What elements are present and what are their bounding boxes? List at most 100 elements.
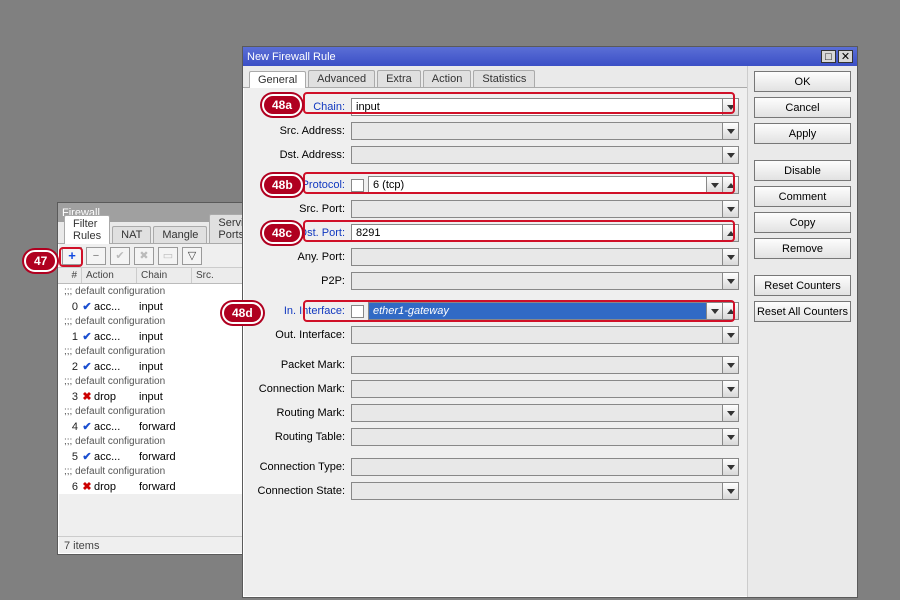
label-packet-mark: Packet Mark:: [251, 359, 351, 371]
col-action[interactable]: Action: [82, 268, 137, 283]
enable-button[interactable]: ✔: [110, 247, 130, 265]
reset-counters-button[interactable]: Reset Counters: [754, 275, 851, 296]
field-routing-mark: Routing Mark:: [251, 402, 739, 424]
tab-extra[interactable]: Extra: [377, 70, 421, 87]
tab-general[interactable]: General: [249, 71, 306, 88]
input-protocol[interactable]: 6 (tcp): [368, 176, 707, 194]
dropdown-chain[interactable]: [723, 98, 739, 116]
disable-button-right[interactable]: Disable: [754, 160, 851, 181]
table-row-comment[interactable]: ;;; default configuration: [58, 374, 254, 389]
input-any-port[interactable]: [351, 248, 723, 266]
callout-48a-label: 48a: [262, 94, 302, 116]
table-row[interactable]: 6✖dropforward: [58, 479, 254, 494]
remove-button-right[interactable]: Remove: [754, 238, 851, 259]
input-src-port[interactable]: [351, 200, 723, 218]
firewall-window: Firewall Filter Rules NAT Mangle Service…: [57, 202, 255, 555]
expand-packet-mark[interactable]: [723, 356, 739, 374]
col-num[interactable]: #: [58, 268, 82, 283]
callout-48d-label: 48d: [222, 302, 263, 324]
label-connection-mark: Connection Mark:: [251, 383, 351, 395]
input-src-address[interactable]: [351, 122, 723, 140]
input-chain[interactable]: input: [351, 98, 723, 116]
input-connection-mark[interactable]: [351, 380, 723, 398]
input-routing-mark[interactable]: [351, 404, 723, 422]
close-button[interactable]: ✕: [838, 50, 853, 63]
input-connection-type[interactable]: [351, 458, 723, 476]
field-routing-table: Routing Table:: [251, 426, 739, 448]
input-packet-mark[interactable]: [351, 356, 723, 374]
rule-tabstrip: General Advanced Extra Action Statistics: [243, 66, 747, 88]
copy-button[interactable]: Copy: [754, 212, 851, 233]
expand-routing-mark[interactable]: [723, 404, 739, 422]
table-row-comment[interactable]: ;;; default configuration: [58, 464, 254, 479]
input-out-interface[interactable]: [351, 326, 723, 344]
expand-p2p[interactable]: [723, 272, 739, 290]
label-connection-type: Connection Type:: [251, 461, 351, 473]
reset-all-counters-button[interactable]: Reset All Counters: [754, 301, 851, 322]
status-bar: 7 items: [58, 536, 254, 554]
table-row-comment[interactable]: ;;; default configuration: [58, 284, 254, 299]
restore-button[interactable]: □: [821, 50, 836, 63]
tab-action[interactable]: Action: [423, 70, 472, 87]
ok-button[interactable]: OK: [754, 71, 851, 92]
expand-connection-mark[interactable]: [723, 380, 739, 398]
add-button[interactable]: +: [62, 247, 82, 265]
checkbox-protocol-not[interactable]: [351, 179, 364, 192]
tab-advanced[interactable]: Advanced: [308, 70, 375, 87]
expand-connection-type[interactable]: [723, 458, 739, 476]
table-row[interactable]: 1✔acc...input: [58, 329, 254, 344]
expand-src-port[interactable]: [723, 200, 739, 218]
tab-statistics[interactable]: Statistics: [473, 70, 535, 87]
table-row[interactable]: 5✔acc...forward: [58, 449, 254, 464]
tab-nat[interactable]: NAT: [112, 226, 151, 243]
expand-any-port[interactable]: [723, 248, 739, 266]
callout-47-label: 47: [24, 250, 57, 272]
table-row[interactable]: 4✔acc...forward: [58, 419, 254, 434]
table-row-comment[interactable]: ;;; default configuration: [58, 434, 254, 449]
callout-48b-label: 48b: [262, 174, 303, 196]
tab-mangle[interactable]: Mangle: [153, 226, 207, 243]
expand-dst-address[interactable]: [723, 146, 739, 164]
accept-icon: ✔: [82, 300, 92, 313]
apply-button[interactable]: Apply: [754, 123, 851, 144]
collapse-protocol[interactable]: [723, 176, 739, 194]
input-routing-table[interactable]: [351, 428, 723, 446]
cell-action: ✖drop: [82, 390, 137, 403]
input-connection-state[interactable]: [351, 482, 723, 500]
expand-src-address[interactable]: [723, 122, 739, 140]
disable-button[interactable]: ✖: [134, 247, 154, 265]
input-p2p[interactable]: [351, 272, 723, 290]
collapse-in-interface[interactable]: [723, 302, 739, 320]
filter-icon: ▽: [188, 249, 196, 262]
label-connection-state: Connection State:: [251, 485, 351, 497]
remove-button[interactable]: −: [86, 247, 106, 265]
input-in-interface[interactable]: ether1-gateway: [368, 302, 707, 320]
checkbox-in-interface-not[interactable]: [351, 305, 364, 318]
check-icon: ✔: [115, 249, 124, 262]
tab-filter-rules[interactable]: Filter Rules: [64, 215, 110, 244]
expand-out-interface[interactable]: [723, 326, 739, 344]
table-row[interactable]: 2✔acc...input: [58, 359, 254, 374]
table-row-comment[interactable]: ;;; default configuration: [58, 344, 254, 359]
filter-button[interactable]: ▽: [182, 247, 202, 265]
table-header: # Action Chain Src.: [58, 268, 254, 284]
rule-titlebar[interactable]: New Firewall Rule □ ✕: [243, 47, 857, 66]
comment-button[interactable]: ▭: [158, 247, 178, 265]
collapse-dst-port[interactable]: [723, 224, 739, 242]
comment-button-right[interactable]: Comment: [754, 186, 851, 207]
col-chain[interactable]: Chain: [137, 268, 192, 283]
dropdown-protocol[interactable]: [707, 176, 723, 194]
cell-action: ✖drop: [82, 480, 137, 493]
firewall-toolbar: + − ✔ ✖ ▭ ▽: [58, 244, 254, 268]
input-dst-port[interactable]: 8291: [351, 224, 723, 242]
accept-icon: ✔: [82, 450, 92, 463]
cell-num: 3: [58, 391, 82, 403]
cell-chain: forward: [137, 451, 192, 463]
input-dst-address[interactable]: [351, 146, 723, 164]
table-row[interactable]: 3✖dropinput: [58, 389, 254, 404]
dropdown-in-interface[interactable]: [707, 302, 723, 320]
cancel-button[interactable]: Cancel: [754, 97, 851, 118]
expand-connection-state[interactable]: [723, 482, 739, 500]
table-row-comment[interactable]: ;;; default configuration: [58, 404, 254, 419]
expand-routing-table[interactable]: [723, 428, 739, 446]
